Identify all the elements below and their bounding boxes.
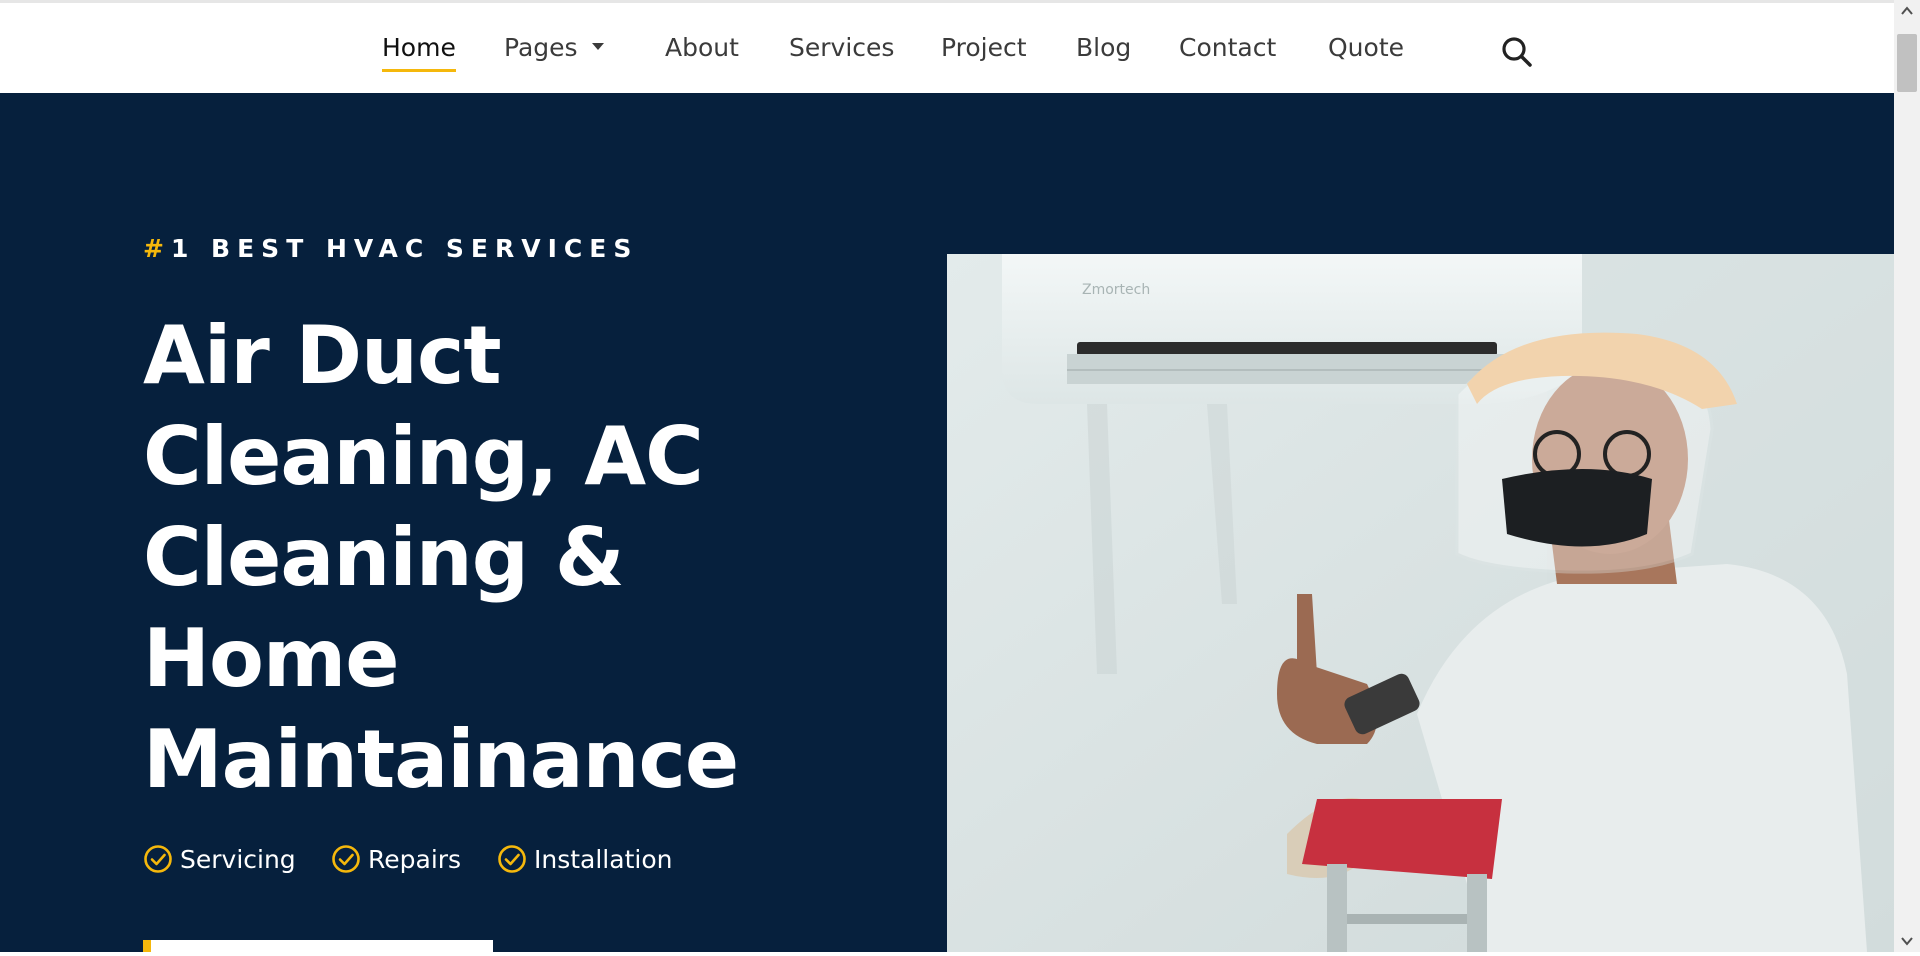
feature-repairs: Repairs (331, 844, 461, 874)
hero-title-line: Maintainance (143, 713, 739, 806)
nav-item-label: Home (382, 33, 456, 62)
active-underline (382, 69, 456, 72)
svg-text:Zmortech: Zmortech (1082, 282, 1150, 298)
page: Home Pages About Services Project Blog C… (0, 0, 1894, 952)
nav-item-label: Services (789, 33, 895, 62)
hero-title: Air Duct Cleaning, AC Cleaning & Home Ma… (143, 305, 903, 810)
feature-installation: Installation (497, 844, 672, 874)
nav-item-label: Project (941, 33, 1027, 62)
scroll-thumb[interactable] (1897, 34, 1917, 92)
hero-title-line: Air Duct (143, 309, 502, 402)
search-button[interactable] (1500, 35, 1534, 69)
hero-title-line: Home (143, 612, 400, 705)
cta-button[interactable] (143, 940, 493, 952)
hero-section: #1 BEST HVAC SERVICES Air Duct Cleaning,… (0, 93, 1894, 952)
tagline-hash: # (143, 234, 171, 263)
nav-item-contact[interactable]: Contact (1179, 33, 1276, 62)
feature-servicing: Servicing (143, 844, 296, 874)
nav-item-label: Contact (1179, 33, 1277, 62)
feature-label: Repairs (368, 844, 462, 874)
nav-item-label: About (665, 33, 739, 62)
chevron-up-icon (1901, 6, 1913, 15)
chevron-down-icon (591, 42, 604, 50)
nav-item-pages[interactable]: Pages (504, 33, 604, 62)
nav-item-blog[interactable]: Blog (1076, 33, 1131, 62)
check-circle-icon (144, 845, 172, 873)
cta-accent (143, 940, 151, 952)
scroll-down-arrow[interactable] (1894, 930, 1920, 952)
vertical-scrollbar[interactable] (1894, 0, 1920, 952)
nav-item-quote[interactable]: Quote (1328, 33, 1404, 62)
hero-title-line: Cleaning & (143, 511, 625, 604)
scroll-up-arrow[interactable] (1894, 0, 1920, 22)
feature-label: Servicing (180, 844, 296, 874)
chevron-down-icon (1901, 937, 1913, 946)
hero-tagline: #1 BEST HVAC SERVICES (143, 234, 638, 263)
nav-item-about[interactable]: About (665, 33, 739, 62)
nav-item-home[interactable]: Home (382, 33, 456, 72)
hero-title-line: Cleaning, AC (143, 410, 704, 503)
search-icon (1502, 37, 1532, 67)
nav-item-project[interactable]: Project (941, 33, 1027, 62)
feature-label: Installation (534, 844, 673, 874)
nav-item-services[interactable]: Services (789, 33, 894, 62)
check-circle-icon (332, 845, 360, 873)
tagline-text: 1 BEST HVAC SERVICES (170, 234, 639, 263)
nav-item-label: Quote (1328, 33, 1405, 62)
nav-item-label: Pages (504, 33, 578, 62)
hvac-technician-photo: Zmortech (947, 254, 1894, 952)
check-circle-icon (498, 845, 526, 873)
nav-item-label: Blog (1076, 33, 1132, 62)
main-navbar: Home Pages About Services Project Blog C… (0, 0, 1894, 93)
